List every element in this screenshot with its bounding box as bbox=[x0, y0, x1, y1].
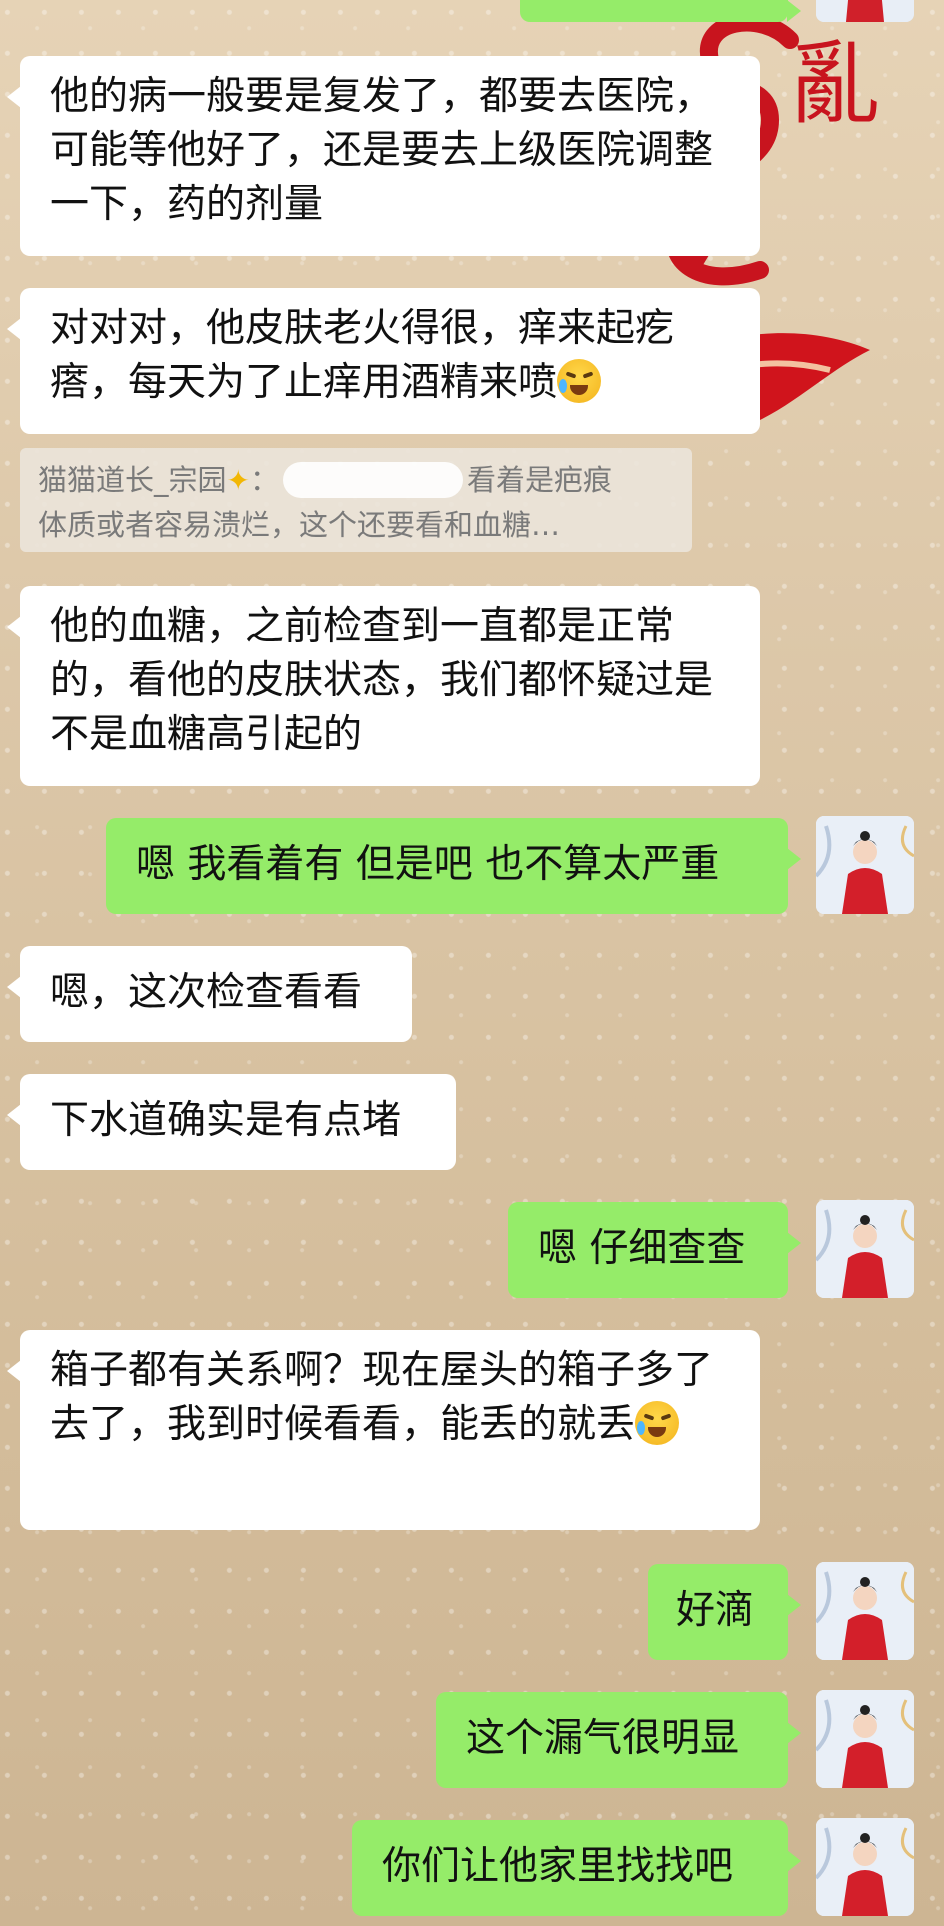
incoming-message-bubble[interactable]: 他的病一般要是复发了，都要去医院，可能等他好了，还是要去上级医院调整一下，药的剂… bbox=[7, 56, 760, 256]
user-avatar[interactable] bbox=[816, 1818, 914, 1916]
incoming-message-bubble[interactable]: 下水道确实是有点堵 bbox=[7, 1074, 456, 1170]
quoted-message[interactable]: 猫猫道长_宗园✦： 看着是疤痕 体质或者容易溃烂，这个还要看和血糖… bbox=[20, 448, 692, 552]
quote-author: 猫猫道长_宗园 bbox=[38, 463, 227, 497]
message-text: 你们让他家里找找吧 bbox=[382, 1844, 734, 1889]
user-avatar[interactable] bbox=[816, 816, 914, 914]
user-avatar[interactable] bbox=[816, 1200, 914, 1298]
incoming-message-bubble[interactable]: 对对对，他皮肤老火得很，痒来起疙瘩，每天为了止痒用酒精来喷 bbox=[7, 288, 760, 434]
incoming-message-bubble[interactable]: 嗯，这次检查看看 bbox=[7, 946, 412, 1042]
message-bubble-partial[interactable] bbox=[520, 0, 801, 22]
message-text: 箱子都有关系啊？现在屋头的箱子多了去了，我到时候看看，能丢的就丢 bbox=[50, 1348, 714, 1447]
crying-laughing-emoji-icon bbox=[635, 1401, 680, 1445]
message-text: 他的病一般要是复发了，都要去医院，可能等他好了，还是要去上级医院调整一下，药的剂… bbox=[50, 74, 714, 227]
outgoing-message-bubble[interactable]: 这个漏气很明显 bbox=[436, 1692, 801, 1788]
message-text: 下水道确实是有点堵 bbox=[50, 1098, 402, 1143]
incoming-message-bubble[interactable]: 他的血糖，之前检查到一直都是正常的，看他的皮肤状态，我们都怀疑过是不是血糖高引起… bbox=[7, 586, 760, 786]
sparkle-star-icon: ✦ bbox=[226, 464, 250, 497]
redacted-blur bbox=[283, 462, 463, 498]
quote-line-1: 猫猫道长_宗园✦： 看着是疤痕 bbox=[38, 458, 674, 503]
outgoing-message-bubble[interactable]: 好滴 bbox=[648, 1564, 801, 1660]
quote-line-2: 体质或者容易溃烂，这个还要看和血糖… bbox=[38, 508, 561, 542]
message-text: 他的血糖，之前检查到一直都是正常的，看他的皮肤状态，我们都怀疑过是不是血糖高引起… bbox=[50, 604, 714, 757]
message-text: 嗯 仔细查查 bbox=[538, 1226, 746, 1271]
crying-laughing-emoji-icon bbox=[557, 359, 602, 403]
svg-text:亂: 亂 bbox=[790, 32, 880, 137]
user-avatar[interactable] bbox=[816, 1562, 914, 1660]
outgoing-message-bubble[interactable]: 嗯 我看着有 但是吧 也不算太严重 bbox=[106, 818, 801, 914]
outgoing-message-bubble[interactable]: 你们让他家里找找吧 bbox=[352, 1820, 801, 1916]
message-text: 嗯 我看着有 但是吧 也不算太严重 bbox=[136, 842, 720, 887]
incoming-message-bubble[interactable]: 箱子都有关系啊？现在屋头的箱子多了去了，我到时候看看，能丢的就丢 bbox=[7, 1330, 760, 1530]
user-avatar-partial[interactable] bbox=[816, 0, 914, 22]
message-text: 嗯，这次检查看看 bbox=[50, 970, 363, 1015]
message-text: 好滴 bbox=[676, 1588, 755, 1633]
outgoing-message-bubble[interactable]: 嗯 仔细查查 bbox=[508, 1202, 801, 1298]
message-text: 这个漏气很明显 bbox=[466, 1716, 740, 1761]
quote-text-tail: 看着是疤痕 bbox=[467, 463, 613, 497]
user-avatar[interactable] bbox=[816, 1690, 914, 1788]
